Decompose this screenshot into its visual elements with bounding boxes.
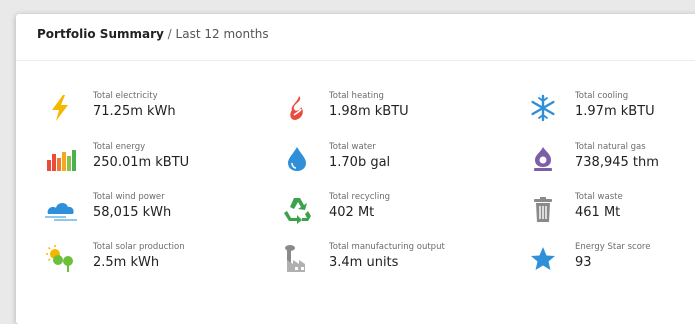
water-drop-icon	[280, 144, 314, 174]
metric-value: 3.4m units	[329, 255, 399, 270]
lightning-icon	[44, 93, 78, 123]
metric-value: 250.01m kBTU	[93, 155, 190, 170]
metric-total-wind-power: Total wind power 58,015 kWh	[44, 192, 244, 232]
metric-label: Total heating	[329, 91, 384, 101]
title-separator: /	[167, 27, 172, 41]
metric-total-manufacturing-output: Total manufacturing output 3.4m units	[280, 242, 480, 282]
metric-label: Total recycling	[329, 192, 390, 202]
metric-value: 738,945 thm	[575, 155, 659, 170]
metric-total-energy: Total energy 250.01m kBTU	[44, 142, 244, 182]
card-header: Portfolio Summary / Last 12 months	[37, 27, 269, 41]
gas-flame-icon	[526, 144, 560, 174]
metric-label: Energy Star score	[575, 242, 651, 252]
solar-plant-icon	[44, 244, 78, 274]
energy-bars-icon	[44, 144, 78, 174]
card-title: Portfolio Summary	[37, 27, 164, 41]
metric-value: 402 Mt	[329, 205, 375, 220]
metric-energy-star-score: Energy Star score 93	[526, 242, 695, 282]
metric-label: Total natural gas	[575, 142, 646, 152]
metric-value: 71.25m kWh	[93, 104, 176, 119]
metric-total-water: Total water 1.70b gal	[280, 142, 480, 182]
metric-total-natural-gas: Total natural gas 738,945 thm	[526, 142, 695, 182]
star-icon	[526, 244, 560, 274]
metric-label: Total cooling	[575, 91, 629, 101]
metric-value: 58,015 kWh	[93, 205, 172, 220]
metric-label: Total waste	[575, 192, 623, 202]
metric-value: 1.70b gal	[329, 155, 391, 170]
metric-total-electricity: Total electricity 71.25m kWh	[44, 91, 244, 131]
metric-total-heating: Total heating 1.98m kBTU	[280, 91, 480, 131]
metric-label: Total electricity	[93, 91, 158, 101]
recycle-icon	[280, 194, 314, 224]
metric-total-recycling: Total recycling 402 Mt	[280, 192, 480, 232]
metric-value: 1.98m kBTU	[329, 104, 409, 119]
metric-label: Total energy	[93, 142, 146, 152]
metric-total-cooling: Total cooling 1.97m kBTU	[526, 91, 695, 131]
portfolio-summary-card: Portfolio Summary / Last 12 months Total…	[16, 14, 695, 324]
header-divider	[16, 60, 695, 61]
metric-value: 93	[575, 255, 592, 270]
wind-cloud-icon	[44, 194, 78, 224]
trash-icon	[526, 194, 560, 224]
factory-icon	[280, 244, 314, 274]
metric-label: Total wind power	[93, 192, 165, 202]
metric-value: 1.97m kBTU	[575, 104, 655, 119]
snowflake-icon	[526, 93, 560, 123]
metric-total-solar-production: Total solar production 2.5m kWh	[44, 242, 244, 282]
metric-value: 2.5m kWh	[93, 255, 160, 270]
metric-label: Total manufacturing output	[329, 242, 445, 252]
metric-total-waste: Total waste 461 Mt	[526, 192, 695, 232]
metric-label: Total solar production	[93, 242, 185, 252]
flame-icon	[280, 93, 314, 123]
metric-value: 461 Mt	[575, 205, 621, 220]
card-subtitle: Last 12 months	[175, 27, 269, 41]
metric-label: Total water	[329, 142, 376, 152]
